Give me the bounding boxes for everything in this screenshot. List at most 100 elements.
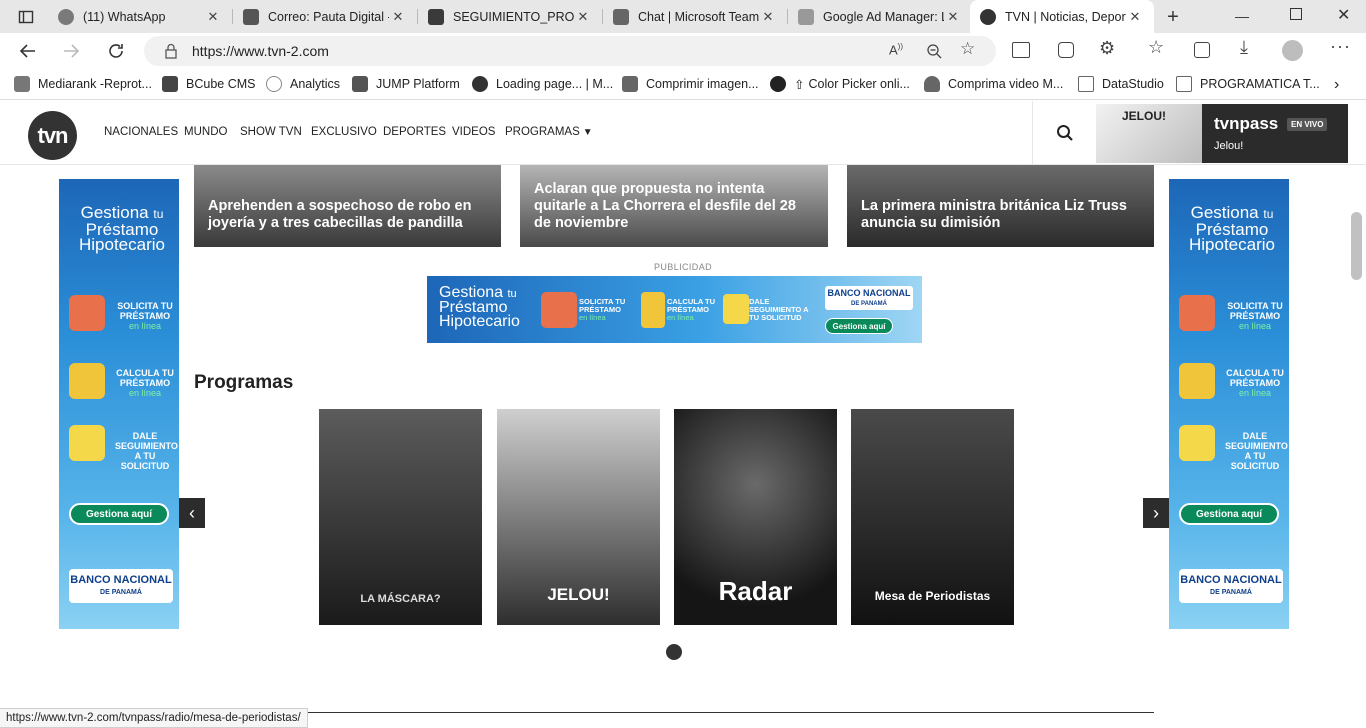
folder-search-icon bbox=[1179, 425, 1215, 461]
nav-programas[interactable]: PROGRAMAS ▼ bbox=[505, 126, 593, 138]
url-text[interactable]: https://www.tvn-2.com bbox=[192, 43, 329, 59]
add-favorite-icon[interactable]: ☆ bbox=[960, 39, 975, 59]
tab-title: TVN | Noticias, Deport bbox=[1005, 9, 1126, 24]
program-card-la-mascara[interactable]: LA MÁSCARA? bbox=[319, 409, 482, 625]
scrollbar-thumb[interactable] bbox=[1351, 212, 1362, 280]
collections-icon[interactable] bbox=[1194, 42, 1210, 58]
favorite-label: Comprimir imagen... bbox=[646, 77, 759, 91]
favorite-item[interactable]: Mediarank -Reprot... bbox=[14, 76, 152, 92]
news-headline[interactable]: La primera ministra británica Liz Truss … bbox=[861, 198, 1142, 232]
house-icon bbox=[69, 295, 105, 331]
favorite-item[interactable]: Comprimir imagen... bbox=[622, 76, 759, 92]
nav-show-tvn[interactable]: SHOW TVN bbox=[240, 126, 302, 138]
site-header: tvn NACIONALES MUNDO SHOW TVN EXCLUSIVO … bbox=[0, 101, 1366, 165]
program-card-jelou[interactable]: JELOU! bbox=[497, 409, 660, 625]
tab-teams[interactable]: Chat | Microsoft Team ✕ bbox=[603, 0, 787, 33]
tvn-logo[interactable]: tvn bbox=[28, 111, 77, 160]
puzzle-extensions-icon[interactable]: ⚙ bbox=[1099, 38, 1115, 59]
tab-actions-button[interactable] bbox=[8, 0, 44, 33]
ad-item-calcula: CALCULA TU PRÉSTAMO en línea bbox=[1226, 368, 1284, 398]
close-icon[interactable]: ✕ bbox=[759, 9, 777, 25]
nav-nacionales[interactable]: NACIONALES bbox=[104, 126, 178, 138]
back-button[interactable] bbox=[18, 41, 38, 61]
favorite-label: JUMP Platform bbox=[376, 77, 460, 91]
carousel-next-button[interactable]: › bbox=[1143, 498, 1169, 528]
right-side-ad[interactable]: Gestiona tu Préstamo Hipotecario SOLICITA … bbox=[1169, 179, 1289, 629]
ad-cta-button[interactable]: Gestiona aquí bbox=[1179, 503, 1279, 525]
news-headline[interactable]: Aprehenden a sospechoso de robo en joyer… bbox=[208, 198, 489, 232]
bank-logo: BANCO NACIONAL DE PANAMÁ bbox=[69, 569, 173, 603]
ad-item-seguimiento: DALE SEGUIMIENTO A TU SOLICITUD bbox=[1225, 431, 1288, 471]
news-card[interactable]: La primera ministra británica Liz Truss … bbox=[847, 165, 1154, 247]
ad-item-calcula: CALCULA TU PRÉSTAMO en línea bbox=[116, 368, 174, 398]
address-toolbar: https://www.tvn-2.com A)) ☆ ⚙ ☆ ⤓ ··· bbox=[0, 33, 1366, 69]
program-logo: JELOU! bbox=[547, 585, 610, 604]
carousel-prev-button[interactable]: ‹ bbox=[179, 498, 205, 528]
close-icon[interactable]: ✕ bbox=[1126, 9, 1144, 25]
extension-icon[interactable] bbox=[1058, 42, 1074, 58]
favorite-item[interactable]: ⇧ Color Picker onli... bbox=[770, 76, 910, 92]
news-headline[interactable]: Aclaran que propuesta no intenta quitarl… bbox=[534, 181, 816, 232]
favorite-item[interactable]: Analytics bbox=[266, 76, 340, 92]
nav-mundo[interactable]: MUNDO bbox=[184, 126, 227, 138]
read-aloud-icon[interactable]: A)) bbox=[889, 42, 903, 57]
favorite-item[interactable]: Comprima video M... bbox=[924, 76, 1063, 92]
profile-avatar[interactable] bbox=[1282, 40, 1303, 61]
program-card-mesa-de-periodistas[interactable]: Mesa de Periodistas bbox=[851, 409, 1014, 625]
downloads-icon[interactable]: ⤓ bbox=[1240, 37, 1248, 58]
search-icon bbox=[1056, 125, 1073, 141]
favorite-folder[interactable]: PROGRAMATICA T... bbox=[1176, 76, 1320, 92]
tab-ad-manager[interactable]: Google Ad Manager: L ✕ bbox=[788, 0, 972, 33]
analytics-icon bbox=[266, 76, 282, 92]
close-icon[interactable]: ✕ bbox=[204, 9, 222, 25]
program-card-radar[interactable]: Radar bbox=[674, 409, 837, 625]
chevron-right-icon: › bbox=[1334, 76, 1340, 93]
news-card[interactable]: Aprehenden a sospechoso de robo en joyer… bbox=[194, 165, 501, 247]
favorite-item[interactable]: BCube CMS bbox=[162, 76, 255, 92]
zoom-icon[interactable] bbox=[926, 43, 942, 59]
calculator-icon bbox=[1179, 363, 1215, 399]
collections-extension-icon[interactable] bbox=[1012, 42, 1030, 58]
search-button[interactable] bbox=[1032, 101, 1096, 165]
new-tab-button[interactable]: + bbox=[1162, 6, 1184, 28]
minimize-button[interactable]: — bbox=[1235, 8, 1249, 24]
favorite-item[interactable]: Loading page... | M... bbox=[472, 76, 613, 92]
ad-cta-button[interactable]: Gestiona aquí bbox=[825, 318, 893, 334]
tab-title: Correo: Pauta Digital - bbox=[268, 9, 389, 24]
close-icon[interactable]: ✕ bbox=[574, 9, 592, 25]
restore-button[interactable] bbox=[1290, 8, 1302, 20]
tab-outlook[interactable]: Correo: Pauta Digital - ✕ bbox=[233, 0, 417, 33]
close-window-button[interactable]: ✕ bbox=[1337, 5, 1350, 25]
leaderboard-ad[interactable]: Gestiona tu Préstamo Hipotecario SOLICITA … bbox=[427, 276, 922, 343]
favorite-folder[interactable]: DataStudio bbox=[1078, 76, 1164, 92]
ad-item-seguimiento: DALE SEGUIMIENTO A TU SOLICITUD bbox=[749, 297, 809, 322]
favorite-label: PROGRAMATICA T... bbox=[1200, 77, 1320, 91]
forward-button[interactable] bbox=[61, 41, 81, 61]
news-card[interactable]: Aclaran que propuesta no intenta quitarl… bbox=[520, 165, 828, 247]
reload-button[interactable] bbox=[106, 41, 126, 61]
tvn-page: Aprehenden a sospechoso de robo en joyer… bbox=[0, 101, 1366, 713]
tab-tvn[interactable]: TVN | Noticias, Deport ✕ bbox=[970, 0, 1154, 33]
carousel-dot[interactable] bbox=[666, 644, 682, 660]
close-icon[interactable]: ✕ bbox=[944, 9, 962, 25]
ad-cta-button[interactable]: Gestiona aquí bbox=[69, 503, 169, 525]
chevron-right-icon: › bbox=[1153, 502, 1159, 523]
tab-whatsapp[interactable]: (11) WhatsApp ✕ bbox=[48, 0, 232, 33]
more-menu-icon[interactable]: ··· bbox=[1330, 36, 1351, 57]
ad-manager-icon bbox=[798, 8, 814, 25]
more-favorites-button[interactable]: › bbox=[1334, 76, 1339, 94]
favorites-icon[interactable]: ☆ bbox=[1148, 37, 1164, 58]
ad-item-solicita: SOLICITA TU PRÉSTAMO en línea bbox=[579, 297, 626, 322]
tab-excel[interactable]: SEGUIMIENTO_PROGR ✕ bbox=[418, 0, 602, 33]
compress-image-icon bbox=[622, 76, 638, 92]
address-bar[interactable]: https://www.tvn-2.com A)) ☆ bbox=[144, 36, 996, 66]
close-icon[interactable]: ✕ bbox=[389, 9, 407, 25]
favorite-label: Comprima video M... bbox=[948, 77, 1064, 91]
nav-deportes[interactable]: DEPORTES bbox=[383, 126, 446, 138]
favorite-item[interactable]: JUMP Platform bbox=[352, 76, 460, 92]
nav-videos[interactable]: VIDEOS bbox=[452, 126, 495, 138]
tvnpass-live-widget[interactable]: JELOU! tvnpass EN VIVO Jelou! bbox=[1096, 104, 1348, 163]
nav-exclusivo[interactable]: EXCLUSIVO bbox=[311, 126, 377, 138]
calculator-icon bbox=[641, 292, 665, 328]
left-side-ad[interactable]: Gestiona tu Préstamo Hipotecario SOLICITA … bbox=[59, 179, 179, 629]
